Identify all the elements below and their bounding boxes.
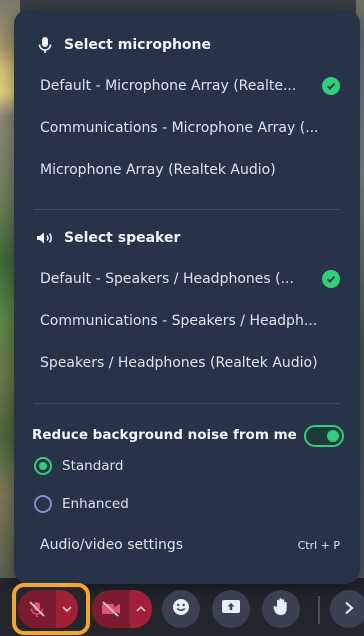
speaker-option-headphones[interactable]: Speakers / Headphones (Realtek Audio) <box>40 355 340 371</box>
reactions-button[interactable] <box>162 590 200 628</box>
audio-settings-menu: Select microphone Default - Microphone A… <box>14 10 360 584</box>
microphone-icon <box>36 36 54 54</box>
raise-hand-button[interactable] <box>262 590 300 628</box>
noise-suppression-label: Reduce background noise from me <box>32 427 297 443</box>
speaker-heading: Select speaker <box>36 229 180 247</box>
noise-suppression-toggle[interactable] <box>304 425 344 447</box>
divider <box>34 403 340 404</box>
camera-button[interactable] <box>92 590 152 628</box>
divider <box>34 209 340 210</box>
check-icon <box>322 77 340 95</box>
noise-option-enhanced[interactable]: Enhanced <box>34 495 129 513</box>
speaker-icon <box>36 229 54 247</box>
mic-button[interactable] <box>18 590 78 628</box>
radio-selected-icon[interactable] <box>34 457 52 475</box>
audio-video-settings-item[interactable]: Audio/video settings Ctrl + P <box>40 537 340 553</box>
share-screen-button[interactable] <box>212 590 250 628</box>
speaker-option-communications[interactable]: Communications - Speakers / Headph... <box>40 313 340 329</box>
raise-hand-icon <box>272 597 290 621</box>
smiley-icon <box>172 598 190 620</box>
mic-muted-icon[interactable] <box>18 590 56 628</box>
toggle-knob <box>327 430 339 442</box>
toolbar-separator <box>318 596 320 624</box>
microphone-option-default[interactable]: Default - Microphone Array (Realte... <box>40 77 340 95</box>
noise-option-standard[interactable]: Standard <box>34 457 123 475</box>
check-icon <box>322 270 340 288</box>
speaker-option-default[interactable]: Default - Speakers / Headphones (... <box>40 270 340 288</box>
microphone-heading-label: Select microphone <box>64 37 212 53</box>
microphone-option-communications[interactable]: Communications - Microphone Array (... <box>40 120 340 136</box>
speaker-heading-label: Select speaker <box>64 230 181 246</box>
chevron-right-icon <box>344 600 354 619</box>
microphone-option-array[interactable]: Microphone Array (Realtek Audio) <box>40 162 340 178</box>
share-screen-icon <box>221 599 241 619</box>
microphone-heading: Select microphone <box>36 36 211 54</box>
more-button[interactable] <box>330 590 364 628</box>
camera-off-icon[interactable] <box>92 590 130 628</box>
radio-unselected-icon[interactable] <box>34 495 52 513</box>
keyboard-shortcut: Ctrl + P <box>297 538 340 552</box>
